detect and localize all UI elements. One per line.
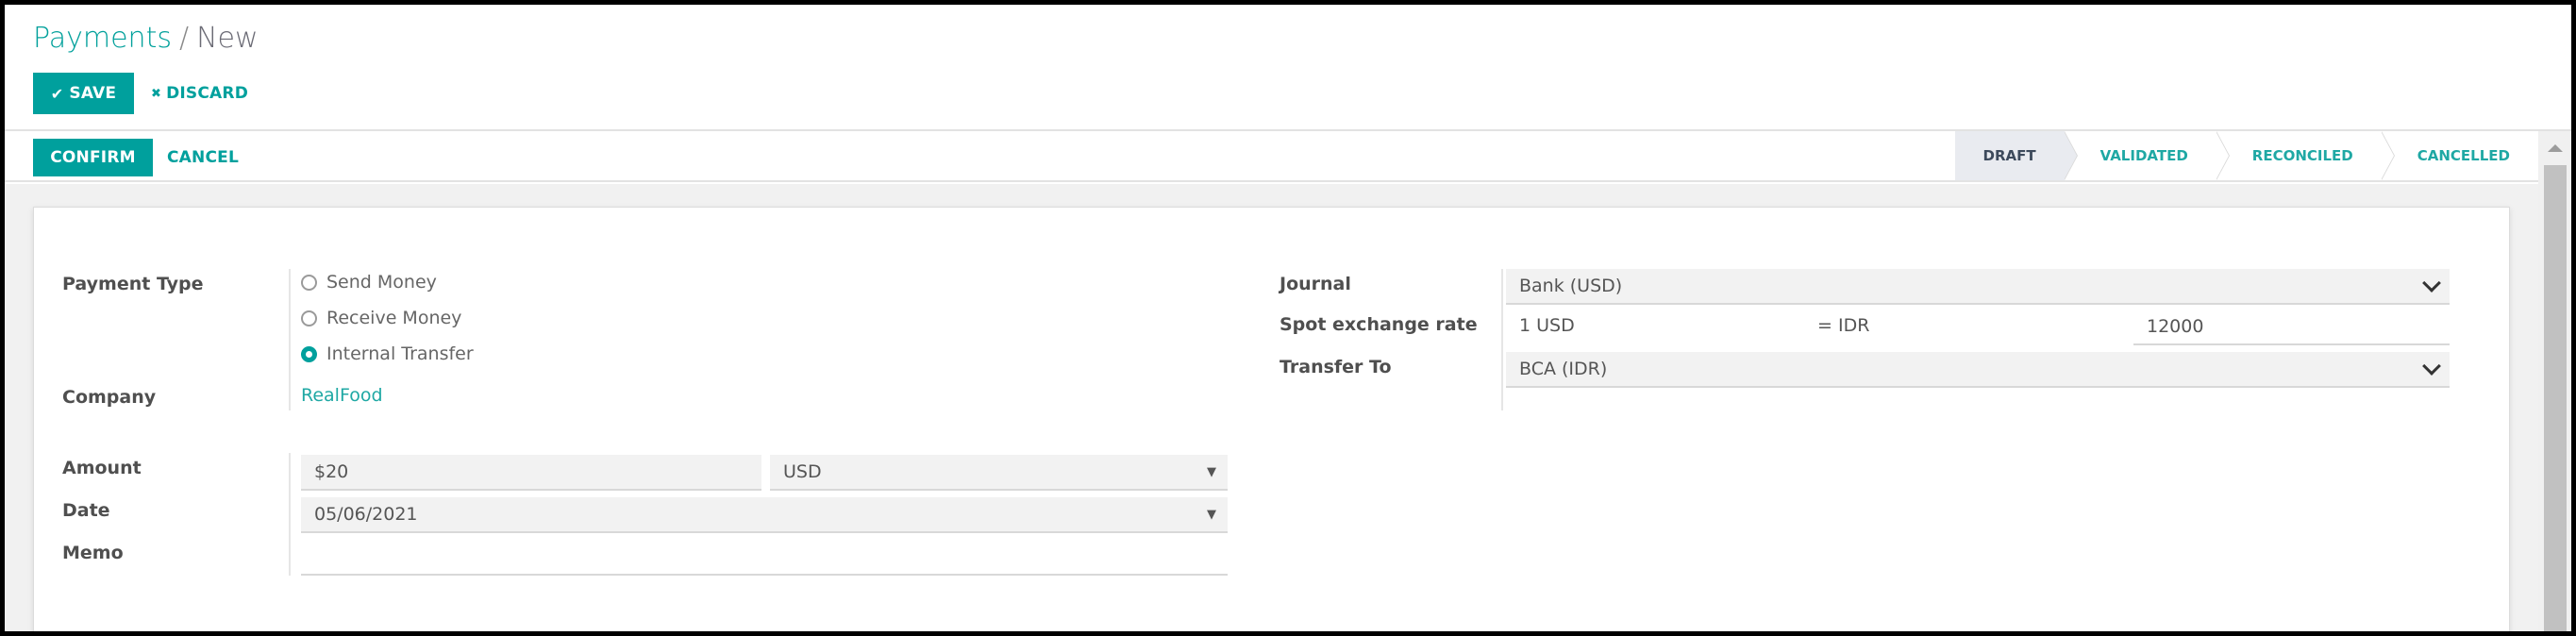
amount-label: Amount <box>62 458 142 478</box>
form-content: Payment Type Send Money Receive Money In… <box>5 184 2538 631</box>
form-sheet: Payment Type Send Money Receive Money In… <box>33 207 2510 631</box>
breadcrumb-current: New <box>196 22 259 55</box>
date-value: 05/06/2021 <box>314 504 418 525</box>
status-label: VALIDATED <box>2099 147 2188 164</box>
breadcrumb: Payments / New <box>33 22 259 55</box>
chevron-down-icon <box>2422 274 2441 293</box>
memo-label: Memo <box>62 543 124 563</box>
status-arrow <box>2063 131 2078 180</box>
status-label: RECONCILED <box>2251 147 2353 164</box>
radio-label: Receive Money <box>326 308 462 328</box>
currency-value: USD <box>783 461 822 482</box>
caret-down-icon: ▼ <box>1207 464 1216 479</box>
vertical-scrollbar[interactable] <box>2538 131 2571 631</box>
save-label: SAVE <box>69 84 117 103</box>
save-button[interactable]: ✔ SAVE <box>33 73 134 114</box>
discard-button[interactable]: ✖ DISCARD <box>151 73 248 114</box>
status-arrow <box>2380 131 2395 180</box>
status-label: CANCELLED <box>2417 147 2510 164</box>
breadcrumb-separator: / <box>178 22 190 55</box>
memo-input[interactable] <box>301 540 1228 576</box>
group-divider <box>1501 269 1503 410</box>
transfer-to-select[interactable]: BCA (IDR) <box>1506 352 2450 388</box>
app-window: Payments / New ✔ SAVE ✖ DISCARD CONFIRM CA… <box>5 5 2571 631</box>
spot-rate-value: 12000 <box>2147 316 2204 337</box>
radio-icon <box>301 274 317 291</box>
currency-select[interactable]: USD ▼ <box>770 455 1228 491</box>
transfer-to-label: Transfer To <box>1280 357 1392 377</box>
date-label: Date <box>62 500 110 521</box>
status-validated[interactable]: VALIDATED <box>2064 131 2230 180</box>
confirm-button[interactable]: CONFIRM <box>33 139 153 176</box>
check-icon: ✔ <box>50 84 64 103</box>
journal-select[interactable]: Bank (USD) <box>1506 269 2450 305</box>
amount-value: $20 <box>314 461 349 482</box>
discard-label: DISCARD <box>166 84 249 103</box>
status-label: DRAFT <box>1982 147 2036 164</box>
chevron-down-icon <box>2422 357 2441 376</box>
date-input[interactable]: 05/06/2021 ▼ <box>301 497 1228 533</box>
spot-rate-label: Spot exchange rate <box>1280 314 1478 335</box>
spot-rate-input[interactable]: 12000 <box>2133 310 2450 345</box>
radio-receive-money[interactable]: Receive Money <box>301 308 461 328</box>
scrollbar-thumb[interactable] <box>2544 165 2567 631</box>
spot-rate-to: = IDR <box>1817 315 1870 336</box>
form-header: CONFIRM CANCEL DRAFT VALIDATED RECONCILE… <box>5 131 2538 182</box>
status-arrow <box>2215 131 2230 180</box>
payment-type-label: Payment Type <box>62 274 204 294</box>
radio-send-money[interactable]: Send Money <box>301 272 437 293</box>
spot-rate-from: 1 USD <box>1519 315 1575 336</box>
status-cancelled[interactable]: CANCELLED <box>2381 131 2538 180</box>
scroll-up-arrow-icon[interactable] <box>2548 144 2563 152</box>
journal-label: Journal <box>1280 274 1351 294</box>
radio-label: Send Money <box>326 272 437 293</box>
amount-input[interactable]: $20 <box>301 455 761 491</box>
company-label: Company <box>62 387 157 408</box>
company-link[interactable]: RealFood <box>301 385 383 406</box>
status-reconciled[interactable]: RECONCILED <box>2216 131 2395 180</box>
group-divider <box>289 453 291 576</box>
group-divider <box>289 269 291 410</box>
breadcrumb-payments-link[interactable]: Payments <box>33 22 172 55</box>
radio-label: Internal Transfer <box>326 343 474 364</box>
journal-value: Bank (USD) <box>1519 276 1623 296</box>
radio-icon <box>301 310 317 326</box>
caret-down-icon: ▼ <box>1207 507 1216 522</box>
cancel-button[interactable]: CANCEL <box>167 139 239 176</box>
transfer-to-value: BCA (IDR) <box>1519 359 1608 379</box>
radio-internal-transfer[interactable]: Internal Transfer <box>301 343 474 364</box>
status-bar: DRAFT VALIDATED RECONCILED CANCELLED <box>1954 131 2538 180</box>
close-icon: ✖ <box>151 86 162 101</box>
radio-checked-icon <box>301 345 317 362</box>
status-draft[interactable]: DRAFT <box>1954 131 2078 180</box>
